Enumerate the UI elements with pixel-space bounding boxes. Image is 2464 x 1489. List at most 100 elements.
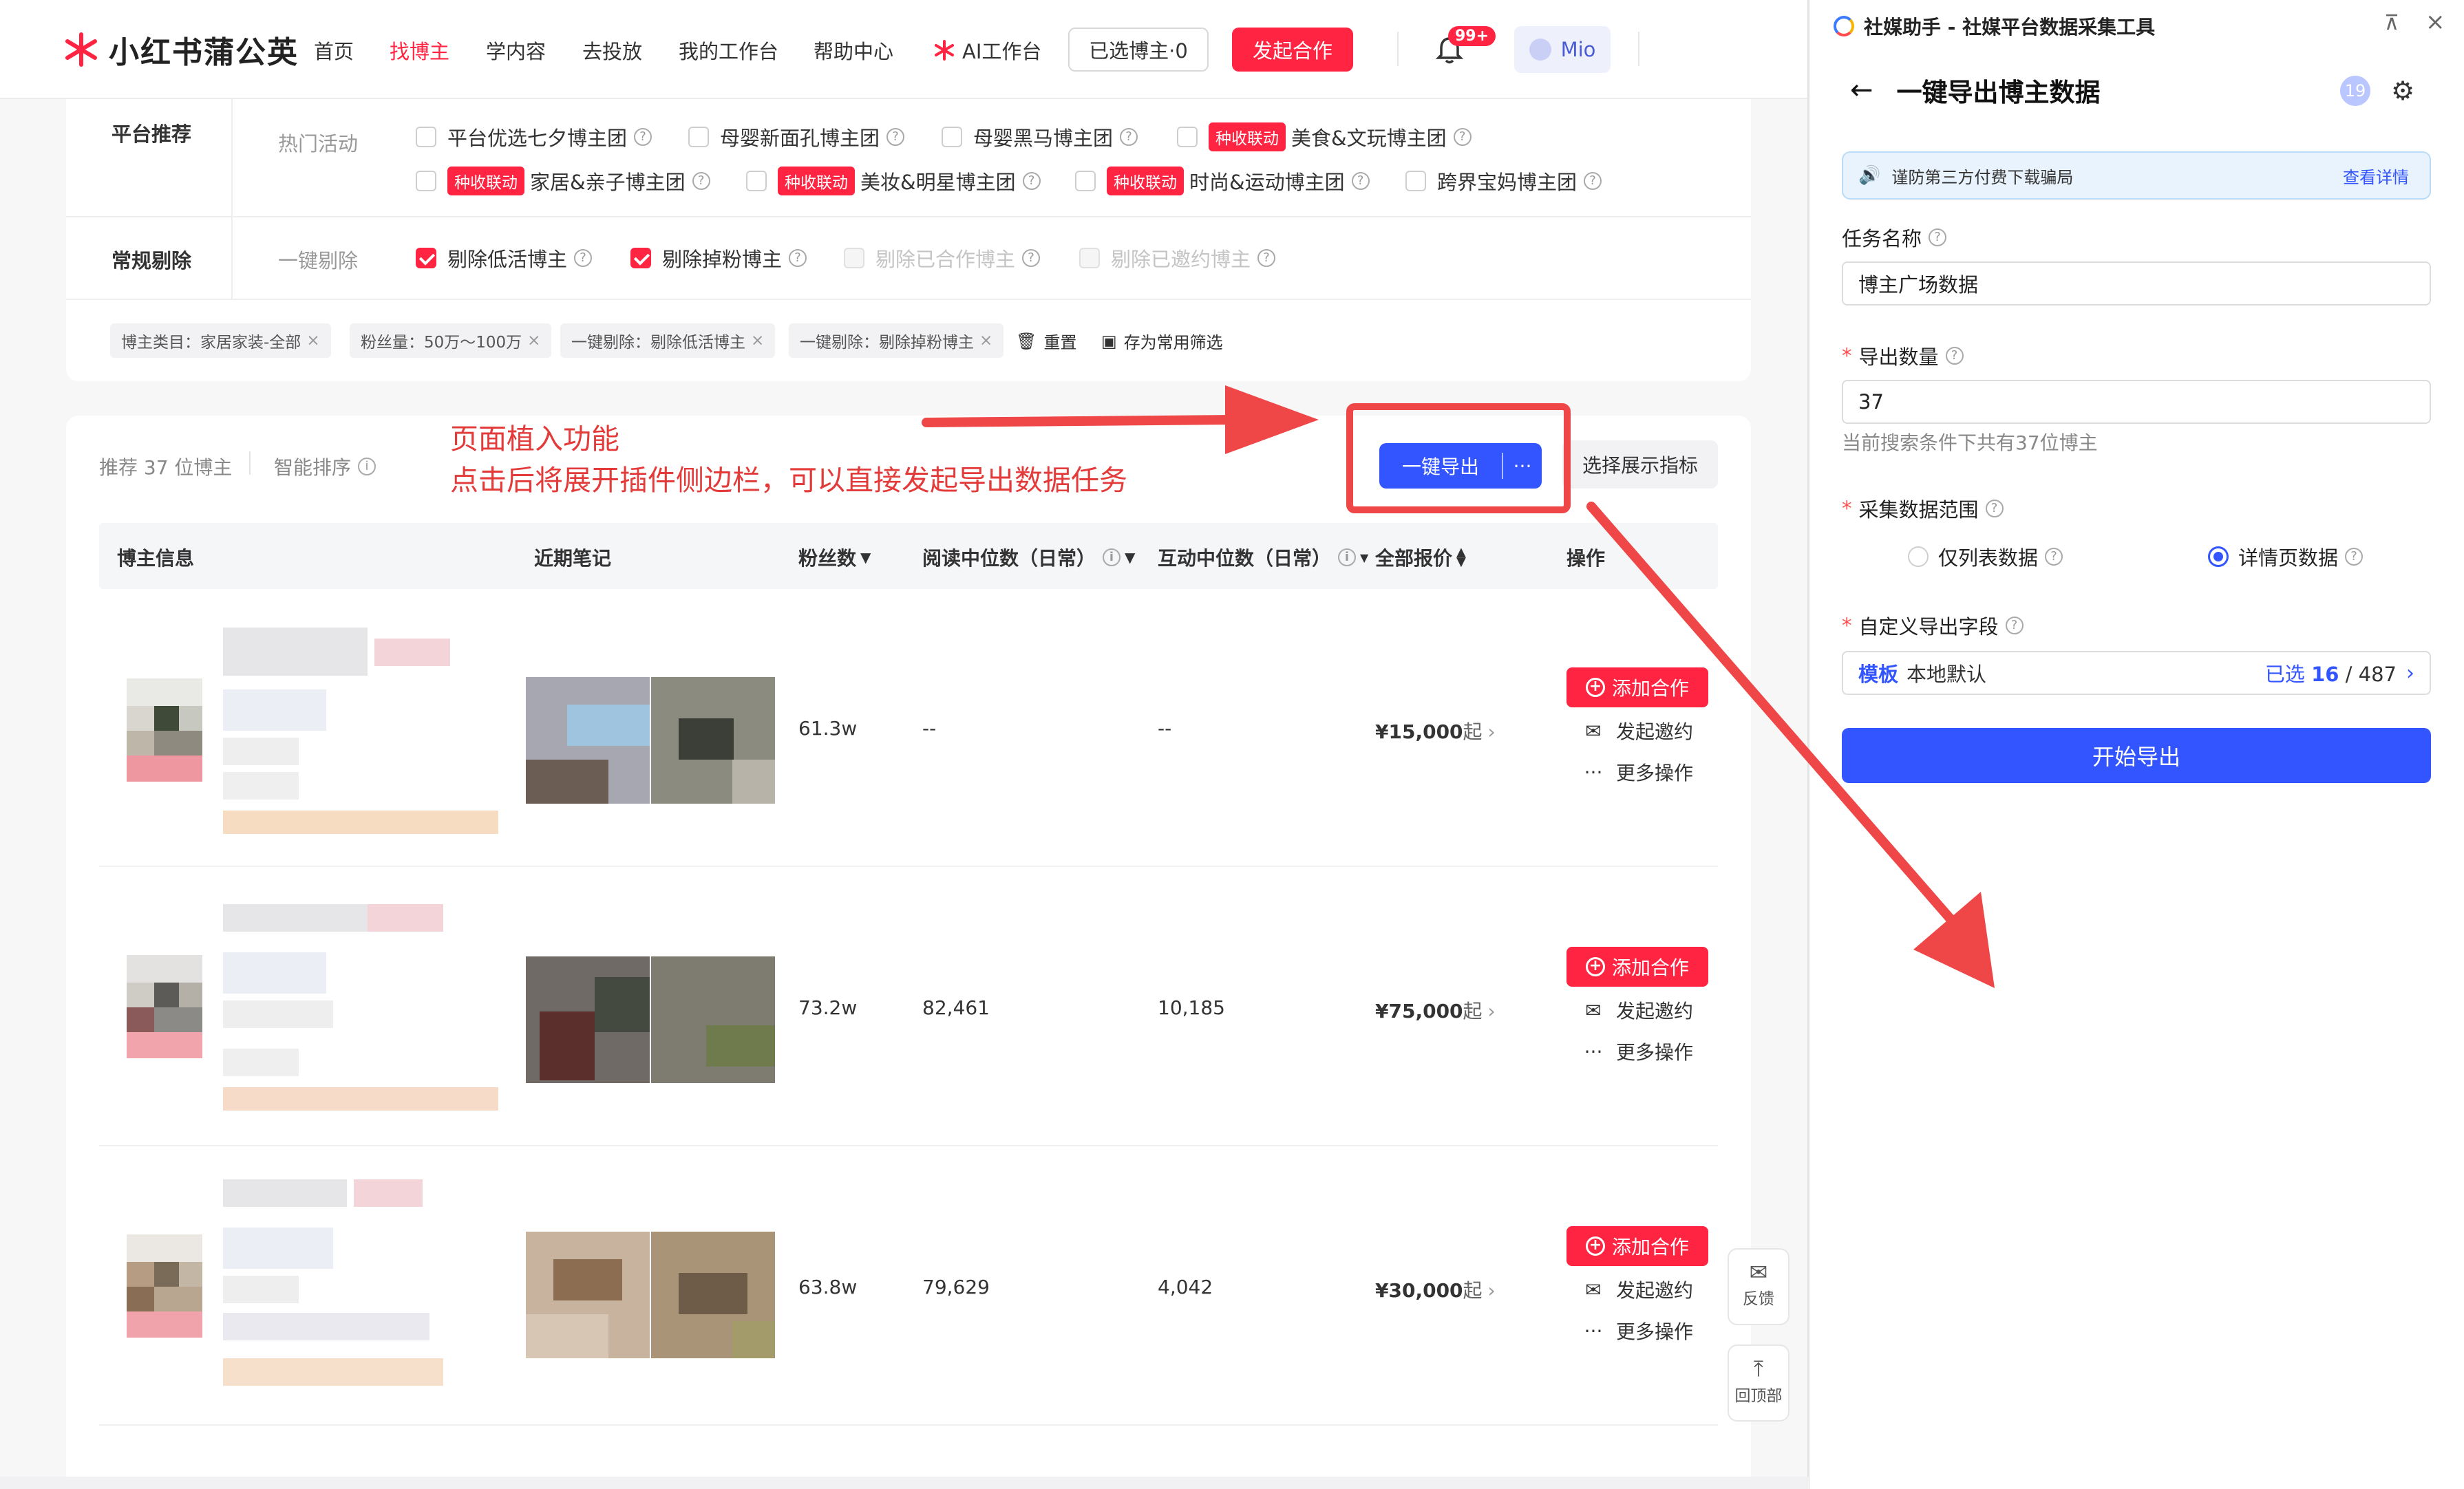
nav-workbench[interactable]: 我的工作台 xyxy=(679,36,778,65)
nav-help[interactable]: 帮助中心 xyxy=(814,36,893,65)
price-value[interactable]: ¥75,000起 › xyxy=(1375,996,1496,1024)
table-row[interactable]: 63.8w 79,629 4,042 ¥30,000起 › + 添加合作 ✉ 发起邀约… xyxy=(99,1148,1718,1426)
help-icon[interactable]: ? xyxy=(789,249,807,267)
smart-sort[interactable]: 智能排序 i xyxy=(274,453,376,480)
close-icon[interactable]: × xyxy=(751,332,764,350)
close-icon[interactable]: × xyxy=(306,332,319,350)
more-actions-button[interactable]: ··· 更多操作 xyxy=(1582,758,1693,786)
start-export-button[interactable]: 开始导出 xyxy=(1842,728,2431,783)
nav-home[interactable]: 首页 xyxy=(314,36,354,65)
price-amount: ¥75,000 xyxy=(1375,1000,1463,1022)
table-row[interactable]: 61.3w -- -- ¥15,000起 › + 添加合作 ✉ 发起邀约 ··· 更多操… xyxy=(99,589,1718,867)
checkbox[interactable] xyxy=(942,127,962,147)
price-value[interactable]: ¥15,000起 › xyxy=(1375,717,1496,744)
nav-ads[interactable]: 去投放 xyxy=(582,36,642,65)
send-invite-button[interactable]: ✉ 发起邀约 xyxy=(1582,717,1693,744)
nav-learn[interactable]: 学内容 xyxy=(486,36,546,65)
remove-cooperated-checkbox: 剔除已合作博主? xyxy=(844,244,1041,272)
help-icon[interactable]: ? xyxy=(1929,228,1947,246)
help-icon[interactable]: ? xyxy=(2045,548,2063,566)
filter-platform-item[interactable]: 种收联动 家居&亲子博主团? xyxy=(416,167,710,195)
back-to-top-button[interactable]: ⤒ 回顶部 xyxy=(1728,1345,1789,1422)
help-icon[interactable]: ? xyxy=(886,128,905,146)
checkbox[interactable] xyxy=(1177,127,1198,147)
active-filter-tag[interactable]: 一键剔除：剔除低活博主 × xyxy=(560,323,776,358)
linkage-tag: 种收联动 xyxy=(1107,167,1184,195)
checkbox[interactable] xyxy=(1075,171,1096,191)
filter-platform-item[interactable]: 平台优选七夕博主团? xyxy=(416,122,652,151)
active-filter-tag[interactable]: 一键剔除：剔除掉粉博主 × xyxy=(789,323,1004,358)
send-invite-button[interactable]: ✉ 发起邀约 xyxy=(1582,1276,1693,1303)
active-filter-tag[interactable]: 博主类目：家居家装-全部 × xyxy=(110,323,331,358)
help-icon[interactable]: ? xyxy=(2345,548,2364,566)
help-icon[interactable]: ? xyxy=(1351,172,1370,190)
unpin-icon[interactable]: ⊼ xyxy=(2384,11,2399,35)
col-fans[interactable]: 粉丝数 ▼ xyxy=(798,544,871,571)
help-icon[interactable]: ? xyxy=(1584,172,1602,190)
nav-ai-workbench[interactable]: AI工作台 xyxy=(933,36,1041,65)
checkbox[interactable] xyxy=(1405,171,1426,191)
scope-detail-radio[interactable]: 详情页数据? xyxy=(2208,542,2364,571)
selected-bloggers-button[interactable]: 已选博主·0 xyxy=(1068,28,1209,72)
col-interact-median[interactable]: 互动中位数（日常） i ▼ xyxy=(1158,544,1368,571)
close-icon[interactable]: × xyxy=(2425,8,2445,36)
close-icon[interactable]: × xyxy=(979,332,992,350)
field-template-selector[interactable]: 模板 本地默认 已选 16 / 487 › xyxy=(1842,651,2431,695)
ellipsis-icon: ··· xyxy=(1584,1319,1603,1342)
remove-low-activity-checkbox[interactable]: 剔除低活博主? xyxy=(416,244,593,272)
filter-platform-item[interactable]: 种收联动 时尚&运动博主团? xyxy=(1075,167,1370,195)
col-read-median[interactable]: 阅读中位数（日常） i ▼ xyxy=(922,544,1135,571)
filter-platform-item[interactable]: 种收联动 美妆&明星博主团? xyxy=(746,167,1041,195)
radio-button[interactable] xyxy=(1908,546,1929,567)
add-cooperation-button[interactable]: + 添加合作 xyxy=(1566,1226,1708,1266)
filter-item-label: 母婴黑马博主团 xyxy=(973,127,1114,150)
help-icon[interactable]: ? xyxy=(574,249,593,267)
help-icon[interactable]: ? xyxy=(1945,347,1964,365)
save-filter-button[interactable]: ▣ 存为常用筛选 xyxy=(1101,329,1223,353)
reset-button[interactable]: 🗑 重置 xyxy=(1016,329,1076,353)
col-price[interactable]: 全部报价 ▲ ▼ xyxy=(1375,544,1466,571)
price-value[interactable]: ¥30,000起 › xyxy=(1375,1276,1496,1303)
close-icon[interactable]: × xyxy=(527,332,540,350)
checkbox[interactable] xyxy=(416,171,436,191)
col-fans-label: 粉丝数 xyxy=(798,547,857,570)
notice-details-link[interactable]: 查看详情 xyxy=(2343,164,2409,188)
task-name-input[interactable]: 博主广场数据 xyxy=(1842,261,2431,306)
filter-platform-item[interactable]: 母婴黑马博主团? xyxy=(942,122,1138,151)
help-icon[interactable]: ? xyxy=(692,172,710,190)
filter-platform-item[interactable]: 种收联动 美食&文玩博主团? xyxy=(1177,122,1472,151)
start-cooperation-button[interactable]: 发起合作 xyxy=(1232,28,1353,72)
send-invite-button[interactable]: ✉ 发起邀约 xyxy=(1582,996,1693,1024)
add-cooperation-button[interactable]: + 添加合作 xyxy=(1566,667,1708,707)
checkbox[interactable] xyxy=(416,248,436,268)
scope-list-only-radio[interactable]: 仅列表数据? xyxy=(1908,542,2063,571)
export-count-input[interactable]: 37 xyxy=(1842,380,2431,424)
radio-button[interactable] xyxy=(2208,546,2229,567)
help-icon[interactable]: ? xyxy=(1985,500,2004,517)
remove-losing-fans-checkbox[interactable]: 剔除掉粉博主? xyxy=(630,244,807,272)
task-count-badge[interactable]: 19 xyxy=(2340,76,2370,106)
select-metrics-button[interactable]: 选择展示指标 xyxy=(1562,440,1718,489)
nav-find-bloggers[interactable]: 找博主 xyxy=(390,36,449,65)
table-row[interactable]: 73.2w 82,461 10,185 ¥75,000起 › + 添加合作 ✉ 发起邀… xyxy=(99,868,1718,1146)
help-icon[interactable]: ? xyxy=(1022,172,1041,190)
user-menu[interactable]: Mio xyxy=(1514,26,1611,73)
gear-icon[interactable]: ⚙ xyxy=(2391,76,2414,106)
more-actions-button[interactable]: ··· 更多操作 xyxy=(1582,1038,1693,1065)
help-icon[interactable]: ? xyxy=(1120,128,1138,146)
back-arrow-icon[interactable]: ← xyxy=(1850,74,1873,106)
help-icon[interactable]: ? xyxy=(2005,617,2024,634)
checkbox[interactable] xyxy=(688,127,709,147)
logo[interactable]: 小红书蒲公英 xyxy=(62,28,299,72)
help-icon[interactable]: ? xyxy=(634,128,652,146)
more-actions-button[interactable]: ··· 更多操作 xyxy=(1582,1317,1693,1345)
help-icon[interactable]: ? xyxy=(1453,128,1472,146)
checkbox[interactable] xyxy=(746,171,767,191)
filter-platform-item[interactable]: 跨界宝妈博主团? xyxy=(1405,167,1602,195)
filter-platform-item[interactable]: 母婴新面孔博主团? xyxy=(688,122,905,151)
add-cooperation-button[interactable]: + 添加合作 xyxy=(1566,947,1708,987)
feedback-button[interactable]: ✉ 反馈 xyxy=(1728,1248,1789,1325)
active-filter-tag[interactable]: 粉丝量：50万～100万 × xyxy=(350,323,552,358)
checkbox[interactable] xyxy=(416,127,436,147)
checkbox[interactable] xyxy=(630,248,651,268)
